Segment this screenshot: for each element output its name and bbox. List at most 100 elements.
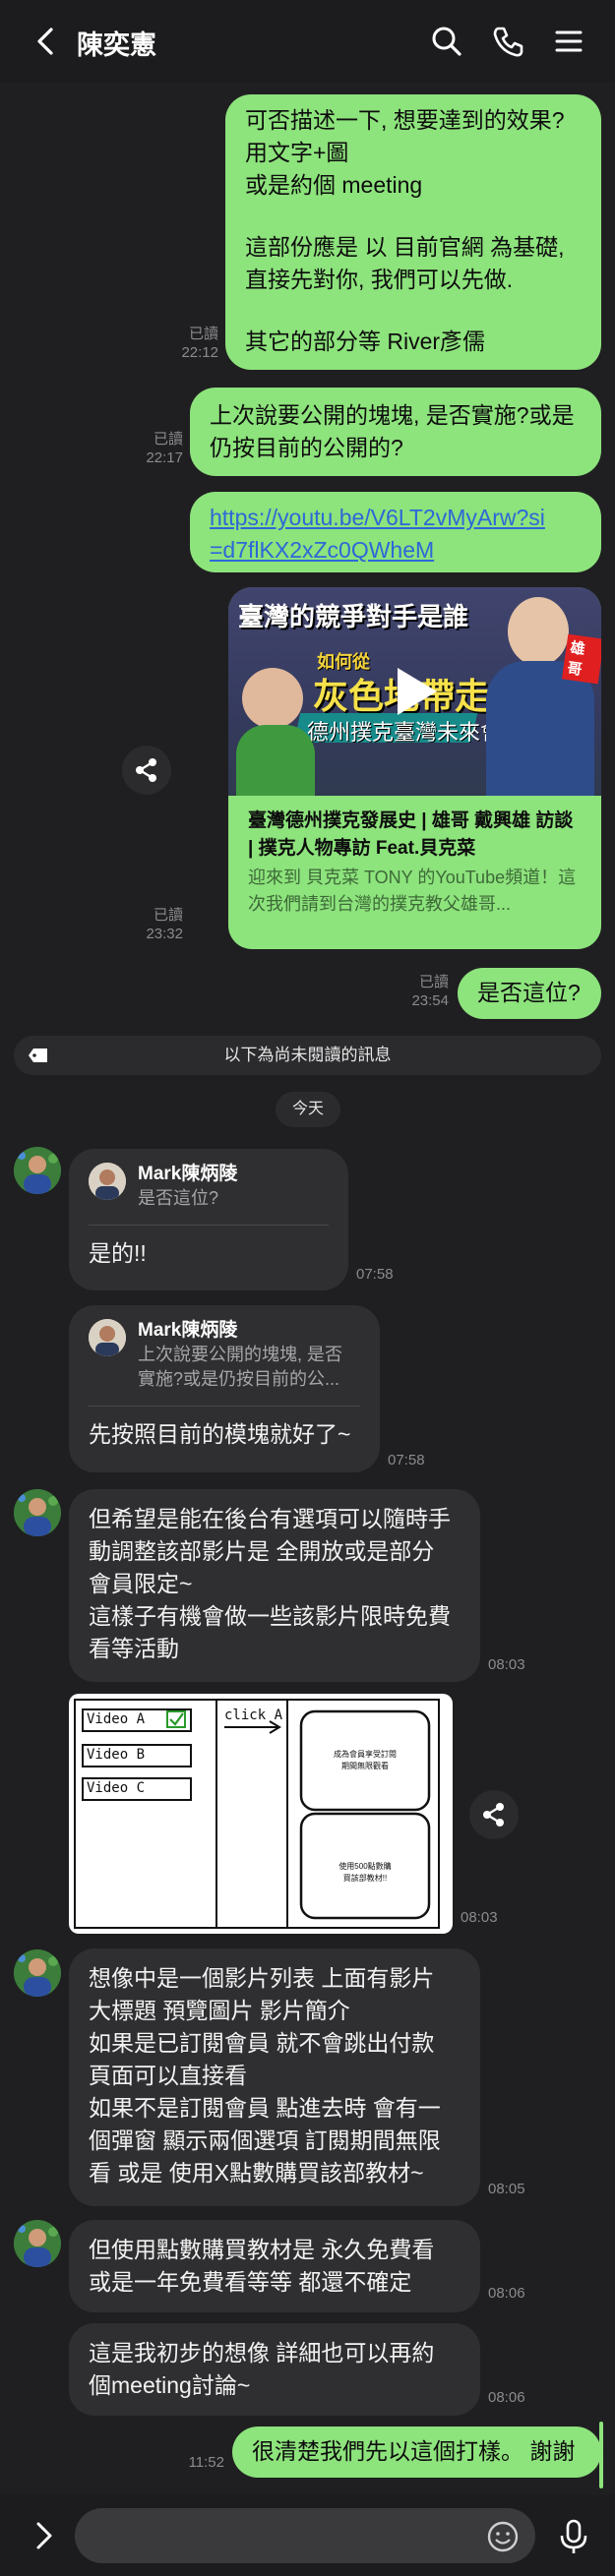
message-line: 但使用點數購買教材是 永久免費看 (89, 2237, 435, 2262)
message-line: 這是我初步的想像 詳細也可以再約 (89, 2340, 435, 2366)
avatar[interactable] (14, 1489, 61, 1536)
avatar-image (14, 1949, 61, 1997)
sketch-image[interactable]: Video A Video B Video C click A 成為會員享受訂閱… (69, 1694, 453, 1934)
message-line: 看等活動 (89, 1636, 179, 1661)
message-line: 這部份應是 以 目前官網 為基礎, (245, 234, 565, 260)
message-line: 會員限定~ (89, 1571, 193, 1596)
message-line: 但希望是能在後台有選項可以隨時手 (89, 1506, 451, 1531)
message-line: 直接先對你, 我們可以先做. (245, 267, 514, 292)
message-text: 先按照目前的模塊就好了~ (89, 1421, 351, 1447)
date-divider: 今天 (276, 1092, 340, 1127)
sketch-label: Video A (87, 1711, 146, 1727)
reply-message-bubble[interactable]: Mark陳炳陵 是否這位? 是的!! (69, 1149, 348, 1290)
sketch-option-points: 使用500點數購 買該部教材!! (338, 1862, 392, 1883)
message-line: 其它的部分等 River彥儒 (245, 329, 486, 354)
message-time: 08:03 (461, 1909, 498, 1926)
sketch-option-subscribe: 成為會員享受訂閱 期間無限觀看 (334, 1750, 397, 1770)
read-status: 已讀 23:32 (146, 907, 183, 942)
unread-separator: 以下為尚未閱讀的訊息 (14, 1036, 601, 1075)
read-status: 已讀 23:54 (411, 974, 449, 1009)
message-line: 如果是已訂閱會員 就不會跳出付款 (89, 2030, 435, 2056)
thumbnail-title: 臺灣的競爭對手是誰 (238, 602, 469, 631)
message-line: 上次說要公開的塊塊, 是否實施?或是 (210, 402, 575, 428)
message-line: 可否描述一下, 想要達到的效果? (245, 107, 565, 133)
microphone-icon[interactable] (553, 2516, 594, 2557)
message-time: 08:03 (488, 1656, 525, 1673)
chat-title[interactable]: 陳奕憲 (77, 24, 156, 62)
message-line: 大標題 預覽圖片 影片簡介 (89, 1998, 350, 2023)
search-icon[interactable] (427, 22, 466, 61)
avatar[interactable] (14, 1147, 61, 1194)
play-icon[interactable] (386, 662, 445, 721)
reply-message-bubble[interactable]: Mark陳炳陵 上次說要公開的塊塊, 是否 實施?或是仍按目前的公... 先按照目前… (69, 1305, 380, 1472)
message-link[interactable]: =d7flKX2xZc0QWheM (210, 534, 582, 567)
my-message-bubble[interactable]: 很清楚我們先以這個打樣。 謝謝 (232, 2426, 601, 2478)
sketch-label: click A (224, 1707, 283, 1723)
quoted-author: Mark陳炳陵 (138, 1164, 238, 1184)
quoted-message[interactable]: Mark陳炳陵 是否這位? (89, 1163, 329, 1226)
avatar-image (14, 1147, 61, 1194)
my-message-bubble[interactable]: 上次說要公開的塊塊, 是否實施?或是 仍按目前的公開的? (190, 388, 601, 476)
message-time: 07:58 (388, 1452, 425, 1468)
reply-avatar (89, 1319, 126, 1356)
share-button[interactable] (469, 1790, 519, 1839)
message-line: 個meeting討論~ (89, 2372, 251, 2398)
message-bubble[interactable]: 但希望是能在後台有選項可以隨時手 動調整該部影片是 全開放或是部分 會員限定~ … (69, 1489, 480, 1682)
quoted-text: 是否這位? (138, 1188, 219, 1208)
menu-icon[interactable] (549, 22, 588, 61)
person-photo (242, 668, 303, 729)
message-link[interactable]: https://youtu.be/V6LT2vMyArw?si (210, 502, 582, 534)
message-line: 或是約個 meeting (245, 172, 423, 198)
message-bubble[interactable]: 想像中是一個影片列表 上面有影片 大標題 預覽圖片 影片簡介 如果是已訂閱會員 … (69, 1948, 480, 2206)
avatar-image (14, 2220, 61, 2267)
message-bubble[interactable]: 但使用點數購買教材是 永久免費看 或是一年免費看等等 都還不確定 (69, 2220, 480, 2312)
message-input[interactable] (75, 2508, 535, 2563)
message-line: 這樣子有機會做一些該影片限時免費 (89, 1603, 451, 1629)
share-button[interactable] (122, 746, 171, 795)
message-time: 08:06 (488, 2285, 525, 2302)
video-description: 迎來到 貝克菜 TONY 的YouTube頻道！這次我們請到台灣的撲克教父雄哥.… (248, 868, 577, 914)
quoted-text: 上次說要公開的塊塊, 是否 (138, 1345, 343, 1364)
chat-header: 陳奕憲 (0, 0, 615, 83)
message-time: 11:52 (188, 2454, 224, 2471)
message-line: 頁面可以直接看 (89, 2063, 247, 2088)
input-bar (0, 2494, 615, 2576)
phone-icon[interactable] (488, 22, 527, 61)
avatar[interactable] (14, 1949, 61, 1997)
thumbnail-badge: 雄哥 (561, 633, 601, 685)
sketch-drawing (74, 1699, 440, 1929)
unread-separator-label: 以下為尚未閱讀的訊息 (223, 1046, 392, 1064)
quoted-message[interactable]: Mark陳炳陵 上次說要公開的塊塊, 是否 實施?或是仍按目前的公... (89, 1319, 360, 1407)
message-bubble[interactable]: 這是我初步的想像 詳細也可以再約 個meeting討論~ (69, 2323, 480, 2416)
message-line: 用文字+圖 (245, 140, 349, 165)
person-photo (508, 597, 569, 666)
video-thumbnail[interactable]: 臺灣的競爭對手是誰 如何從 灰色地帶走出來 德州撲克臺灣未來會怎樣 雄哥 (228, 587, 601, 796)
message-line: 個彈窗 顯示兩個選項 訂閱期間無限 (89, 2127, 441, 2153)
share-icon (136, 758, 156, 782)
sketch-label: Video B (87, 1747, 146, 1763)
message-line: 仍按目前的公開的? (210, 435, 403, 460)
video-card-body: 臺灣德州撲克發展史 | 雄哥 戴興雄 訪談 | 撲克人物專訪 Feat.貝克菜 … (228, 796, 601, 949)
message-text: 是的!! (89, 1240, 147, 1266)
message-time: 08:06 (488, 2389, 525, 2406)
back-icon[interactable] (28, 22, 67, 61)
expand-icon[interactable] (24, 2516, 63, 2555)
avatar[interactable] (14, 2220, 61, 2267)
scrollbar[interactable] (599, 2422, 603, 2488)
video-preview-card[interactable]: 臺灣的競爭對手是誰 如何從 灰色地帶走出來 德州撲克臺灣未來會怎樣 雄哥 臺灣德… (228, 587, 601, 949)
tag-icon (29, 1048, 47, 1062)
link-message-bubble[interactable]: https://youtu.be/V6LT2vMyArw?si =d7flKX2… (190, 492, 601, 572)
message-time: 08:05 (488, 2181, 525, 2197)
emoji-icon[interactable] (486, 2520, 520, 2553)
message-text: 是否這位? (477, 980, 581, 1005)
message-line: 動調整該部影片是 全開放或是部分 (89, 1538, 435, 1564)
message-line: 或是一年免費看等等 都還不確定 (89, 2269, 412, 2295)
my-message-bubble[interactable]: 可否描述一下, 想要達到的效果? 用文字+圖 或是約個 meeting 這部份應… (225, 94, 601, 370)
person-shirt (236, 725, 315, 796)
my-message-bubble[interactable]: 是否這位? (458, 968, 601, 1019)
video-title: 臺灣德州撲克發展史 | 雄哥 戴興雄 訪談 | 撲克人物專訪 Feat.貝克菜 (248, 810, 574, 859)
message-line: 想像中是一個影片列表 上面有影片 (89, 1965, 435, 1991)
read-status: 已讀 22:12 (181, 326, 218, 361)
message-time: 07:58 (356, 1266, 394, 1283)
quoted-text: 實施?或是仍按目前的公... (138, 1369, 340, 1389)
